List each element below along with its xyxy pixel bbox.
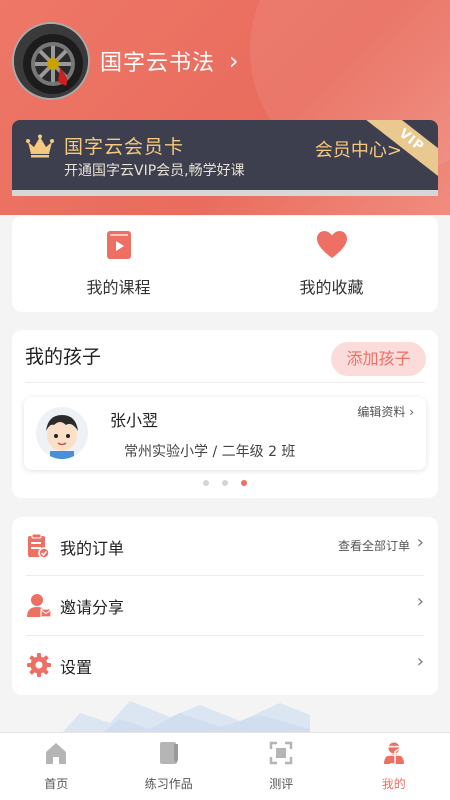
works-icon [157,741,181,769]
profile-header[interactable]: 国字云书法 › [12,22,239,100]
chevron-right-icon: › [416,532,424,553]
watermark-sub: 7YZ.COM [342,771,393,784]
my-courses-button[interactable]: 我的课程 [12,216,225,312]
tab-label: 测评 [269,777,294,791]
tab-home[interactable]: 首页 [0,733,113,800]
child-avatar [36,407,88,459]
my-favorites-button[interactable]: 我的收藏 [225,216,438,312]
vip-card[interactable]: 国字云会员卡 开通国字云VIP会员,畅学好课 会员中心> VIP [12,120,438,190]
pager-dot[interactable] [222,480,228,486]
child-card[interactable]: 张小翌 编辑资料 › 常州实验小学 / 二年级 2 班 [24,397,426,470]
member-center-link[interactable]: 会员中心> [315,136,402,162]
order-icon [26,533,50,563]
crown-icon [26,134,54,162]
chevron-right-icon: › [416,591,424,612]
home-icon [44,741,68,769]
tab-works[interactable]: 练习作品 [113,733,226,800]
profile-name[interactable]: 国字云书法 [100,45,215,77]
child-name: 张小翌 [110,411,159,430]
play-book-icon [106,230,132,264]
heart-icon [316,230,348,264]
menu-label: 我的订单 [60,539,125,558]
chevron-right-icon[interactable]: › [229,47,239,75]
decorative-illustration [60,695,310,735]
add-child-button[interactable]: 添加孩子 [331,342,426,376]
pager-dots [12,480,438,486]
scan-icon [269,741,293,769]
vip-card-subtitle: 开通国字云VIP会员,畅学好课 [64,163,245,179]
gear-icon [26,652,52,682]
site-watermark: 七号子 7YZ.COM [292,735,442,791]
quick-links-card: 我的课程 我的收藏 [12,216,438,312]
my-favorites-label: 我的收藏 [299,278,364,297]
chevron-right-icon: › [416,651,424,672]
vip-card-shadow [12,190,438,196]
child-school: 常州实验小学 / 二年级 2 班 [124,444,296,460]
divider [25,382,425,383]
watermark-text: 七号子 [340,744,406,769]
invite-user-icon [26,592,52,622]
menu-item-settings[interactable]: 设置 › [12,636,438,694]
vip-card-title: 国字云会员卡 [64,136,185,158]
section-title: 我的孩子 [25,346,102,368]
menu-item-invite[interactable]: 邀请分享 › [12,576,438,634]
edit-profile-link[interactable]: 编辑资料 › [357,403,414,420]
my-courses-label: 我的课程 [86,278,151,297]
avatar[interactable] [12,22,90,100]
tab-label: 练习作品 [144,777,193,791]
my-children-card: 我的孩子 添加孩子 张小翌 编辑资料 › 常州实验小学 / 二年级 2 班 [12,330,438,498]
menu-label: 设置 [60,658,93,677]
pager-dot-active[interactable] [241,480,247,486]
view-all-orders-link[interactable]: 查看全部订单 [338,537,410,554]
menu-label: 邀请分享 [60,598,125,617]
tab-label: 首页 [44,777,69,791]
pager-dot[interactable] [203,480,209,486]
settings-menu-card: 我的订单 查看全部订单 › 邀请分享 › 设置 › [12,517,438,695]
menu-item-orders[interactable]: 我的订单 查看全部订单 › [12,517,438,575]
